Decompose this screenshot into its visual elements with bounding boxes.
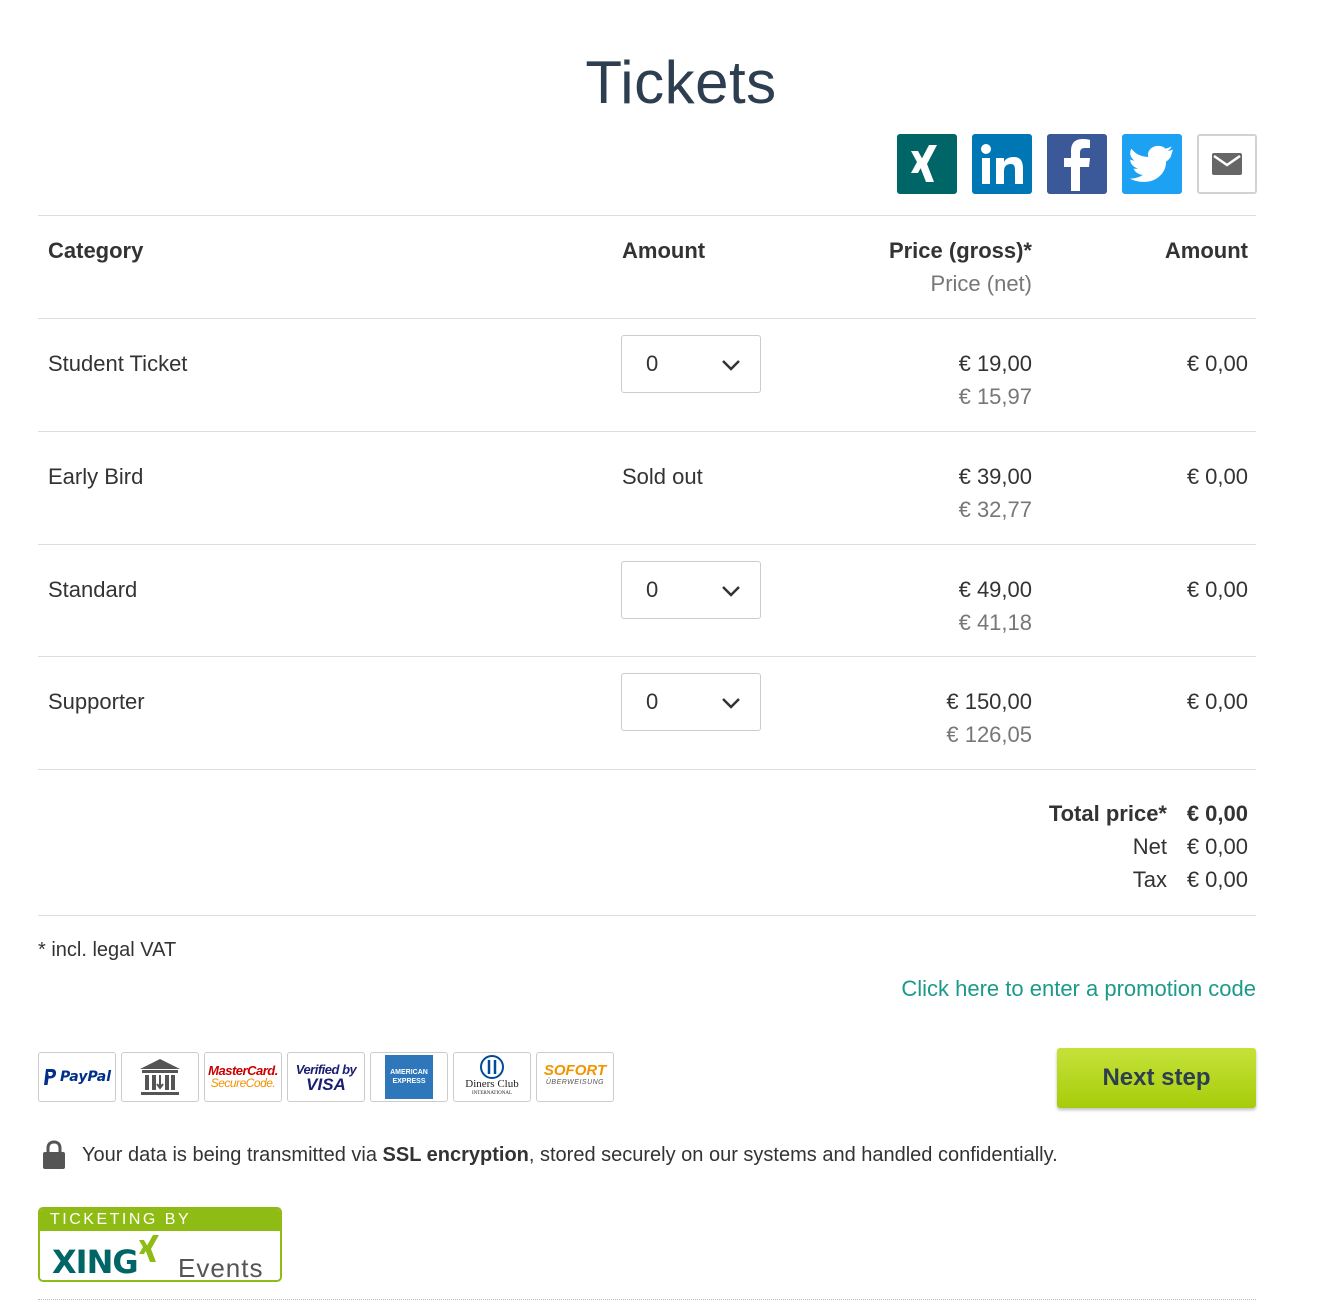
row-category: Student Ticket [48, 351, 188, 376]
share-email-button[interactable] [1197, 134, 1257, 194]
ssl-notice: Your data is being transmitted via SSL e… [42, 1140, 1058, 1170]
row-category: Early Bird [48, 464, 144, 489]
row-price-net: € 15,97 [958, 384, 1032, 409]
share-twitter-button[interactable] [1122, 134, 1182, 194]
quantity-select[interactable]: 0 [621, 335, 761, 393]
tax-label: Tax [1132, 867, 1167, 892]
payment-methods: PayPal MasterCard. SecureCode. Verified … [38, 1052, 614, 1102]
row-divider [38, 769, 1256, 770]
row-price-net: € 32,77 [958, 497, 1032, 522]
ssl-prefix: Your data is being transmitted via [82, 1143, 383, 1166]
paypal-text: PayPal [59, 1069, 112, 1085]
diners-icon [480, 1055, 504, 1079]
linkedin-icon [981, 144, 1023, 184]
next-step-button[interactable]: Next step [1057, 1048, 1256, 1108]
net-value: € 0,00 [1186, 834, 1248, 859]
verified-by-visa-logo: Verified by VISA [287, 1052, 365, 1102]
quantity-value: 0 [646, 689, 659, 714]
twitter-icon [1130, 145, 1173, 182]
chevron-down-icon [722, 360, 740, 371]
sofort-logo: SOFORT ÜBERWEISUNG [536, 1052, 614, 1102]
share-bar [897, 134, 1257, 194]
share-linkedin-button[interactable] [972, 134, 1032, 194]
row-amount: € 0,00 [1186, 351, 1248, 376]
lock-icon [43, 1140, 65, 1169]
sold-out-label: Sold out [622, 464, 703, 489]
table-top-divider [38, 215, 1256, 216]
header-price-net: Price (net) [930, 271, 1032, 296]
header-price-gross: Price (gross)* [888, 238, 1032, 263]
bank-icon [140, 1059, 180, 1095]
row-price-net: € 41,18 [958, 610, 1032, 635]
row-price-gross: € 49,00 [958, 577, 1032, 602]
row-divider [38, 431, 1256, 432]
row-category: Supporter [48, 689, 145, 714]
share-xing-button[interactable] [897, 134, 957, 194]
email-icon [1212, 153, 1242, 175]
diners-line2: INTERNATIONAL [472, 1091, 512, 1096]
tax-value: € 0,00 [1186, 867, 1248, 892]
chevron-down-icon [722, 698, 740, 709]
facebook-icon [1064, 139, 1090, 191]
diners-line1: Diners Club [465, 1078, 519, 1090]
badge-top-text: TICKETING BY [40, 1209, 280, 1231]
row-price-net: € 126,05 [946, 722, 1032, 747]
totals-divider [38, 915, 1256, 916]
chevron-down-icon [722, 586, 740, 597]
row-category: Standard [48, 577, 138, 602]
footer-divider [38, 1299, 1256, 1300]
share-facebook-button[interactable] [1047, 134, 1107, 194]
xing-icon [911, 145, 937, 182]
mastercard-securecode-logo: MasterCard. SecureCode. [204, 1052, 282, 1102]
promotion-code-link[interactable]: Click here to enter a promotion code [901, 976, 1256, 1002]
row-divider [38, 544, 1256, 545]
header-divider [38, 318, 1256, 319]
quantity-select[interactable]: 0 [621, 561, 761, 619]
sofort-line1: SOFORT [543, 1062, 607, 1079]
row-amount: € 0,00 [1186, 689, 1248, 714]
amex-box: AMERICAN EXPRESS [385, 1055, 433, 1099]
amex-line1: AMERICAN [390, 1069, 428, 1076]
ssl-suffix: , stored securely on our systems and han… [528, 1143, 1058, 1166]
row-amount: € 0,00 [1186, 577, 1248, 602]
quantity-value: 0 [646, 351, 659, 376]
row-divider [38, 656, 1256, 657]
mastercard-line2: SecureCode. [210, 1076, 276, 1090]
badge-events-text: Events [178, 1253, 264, 1282]
row-amount: € 0,00 [1186, 464, 1248, 489]
xing-events-badge[interactable]: TICKETING BY XING Events [38, 1207, 282, 1282]
header-category: Category [48, 238, 144, 263]
badge-xing-text: XING [52, 1243, 139, 1281]
quantity-value: 0 [646, 577, 659, 602]
american-express-logo: AMERICAN EXPRESS [370, 1052, 448, 1102]
total-price-value: € 0,00 [1186, 801, 1248, 826]
row-price-gross: € 19,00 [958, 351, 1032, 376]
xing-logo-icon [139, 1235, 159, 1262]
header-quantity: Amount [622, 238, 706, 263]
ssl-bold: SSL encryption [382, 1143, 529, 1166]
quantity-select[interactable]: 0 [621, 673, 761, 731]
page-title: Tickets [585, 49, 777, 116]
paypal-logo: PayPal [38, 1052, 116, 1102]
vat-note: * incl. legal VAT [38, 939, 177, 961]
header-amount: Amount [1164, 238, 1248, 263]
sofort-line2: ÜBERWEISUNG [545, 1079, 605, 1086]
row-price-gross: € 150,00 [946, 689, 1032, 714]
amex-line2: EXPRESS [392, 1078, 426, 1085]
paypal-icon [43, 1069, 57, 1085]
net-label: Net [1132, 834, 1167, 859]
total-price-label: Total price* [1048, 801, 1167, 826]
ssl-text: Your data is being transmitted via SSL e… [82, 1144, 1058, 1167]
diners-club-logo: Diners Club INTERNATIONAL [453, 1052, 531, 1102]
row-price-gross: € 39,00 [958, 464, 1032, 489]
visa-line2: VISA [306, 1075, 346, 1094]
bank-transfer-logo [121, 1052, 199, 1102]
